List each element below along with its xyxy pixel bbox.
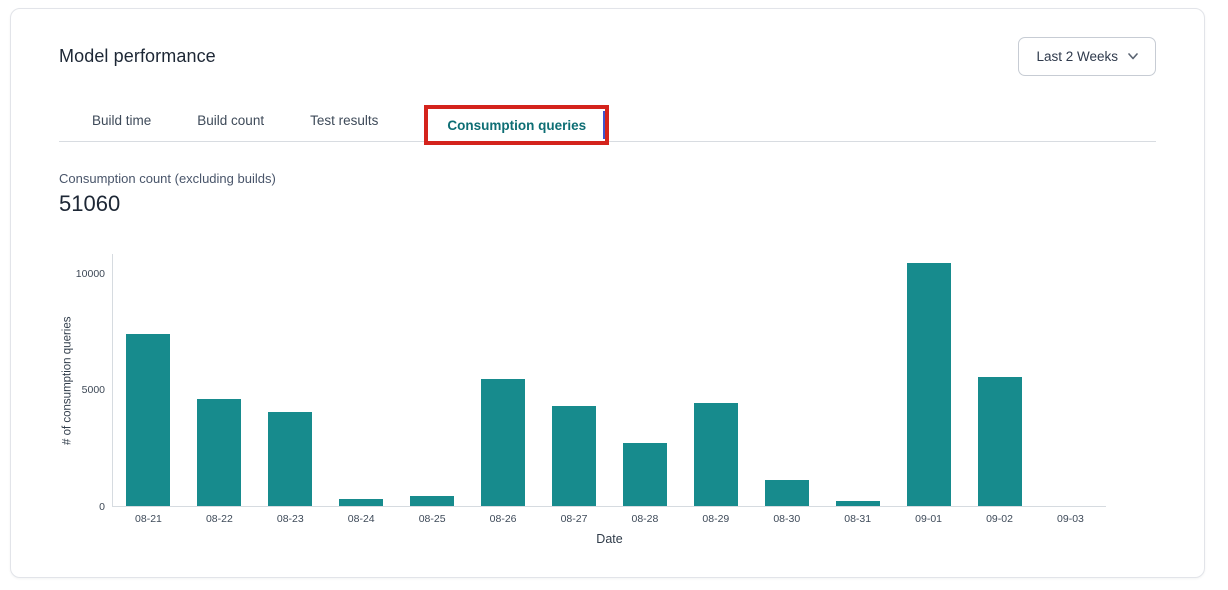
x-tick-label: 08-30 — [751, 513, 822, 525]
bar-09-01[interactable] — [907, 263, 951, 506]
x-tick-label: 08-31 — [822, 513, 893, 525]
x-tick-labels: 08-2108-2208-2308-2408-2508-2608-2708-28… — [113, 507, 1106, 525]
tab-bar: Build time Build count Test results Cons… — [59, 76, 1156, 142]
x-tick-label: 08-21 — [113, 513, 184, 525]
bar-slot — [255, 254, 326, 506]
stat-block: Consumption count (excluding builds) 510… — [59, 171, 1156, 217]
y-tick-label: 0 — [99, 501, 105, 513]
active-tab-focus-line — [603, 111, 605, 139]
chevron-down-icon — [1128, 53, 1138, 60]
date-range-value: Last 2 Weeks — [1036, 49, 1118, 64]
x-tick-label: 09-02 — [964, 513, 1035, 525]
x-tick-label: 08-25 — [397, 513, 468, 525]
bar-08-25[interactable] — [410, 496, 454, 506]
consumption-chart: # of consumption queries 0 5000 10000 08-2… — [59, 254, 1156, 546]
bar-slot — [964, 254, 1035, 506]
plot-area[interactable] — [112, 254, 1106, 507]
x-tick-label: 08-29 — [680, 513, 751, 525]
bar-slot — [609, 254, 680, 506]
tab-build-count[interactable]: Build count — [197, 113, 264, 141]
tab-build-time[interactable]: Build time — [92, 113, 151, 141]
tab-consumption-queries[interactable]: Consumption queries — [447, 118, 586, 133]
x-tick-label: 08-28 — [609, 513, 680, 525]
bar-slot — [326, 254, 397, 506]
x-tick-label: 08-27 — [539, 513, 610, 525]
bar-slot — [468, 254, 539, 506]
bar-09-02[interactable] — [978, 377, 1022, 506]
bar-08-27[interactable] — [552, 406, 596, 506]
date-range-dropdown[interactable]: Last 2 Weeks — [1018, 37, 1156, 76]
x-tick-label: 08-22 — [184, 513, 255, 525]
bar-08-31[interactable] — [836, 501, 880, 506]
tab-test-results[interactable]: Test results — [310, 113, 378, 141]
y-axis-title: # of consumption queries — [59, 254, 76, 507]
y-axis: 0500010000 — [76, 254, 112, 507]
x-tick-label: 08-26 — [468, 513, 539, 525]
bar-08-30[interactable] — [765, 480, 809, 506]
x-tick-label: 09-01 — [893, 513, 964, 525]
bar-08-22[interactable] — [197, 399, 241, 506]
stat-value: 51060 — [59, 191, 1156, 217]
bar-slot — [397, 254, 468, 506]
page-title: Model performance — [59, 46, 216, 67]
bar-slot — [751, 254, 822, 506]
bar-slot — [1035, 254, 1106, 506]
annotation-highlight-box: Consumption queries — [424, 105, 609, 145]
bar-slot — [680, 254, 751, 506]
bar-slot — [184, 254, 255, 506]
y-tick-label: 5000 — [82, 384, 105, 396]
bar-slot — [113, 254, 184, 506]
bar-08-26[interactable] — [481, 379, 525, 506]
bar-08-28[interactable] — [623, 443, 667, 506]
model-performance-card: Model performance Last 2 Weeks Build tim… — [10, 8, 1205, 578]
x-axis-title: Date — [113, 532, 1106, 546]
card-header: Model performance Last 2 Weeks — [59, 37, 1156, 76]
x-tick-label: 09-03 — [1035, 513, 1106, 525]
stat-label: Consumption count (excluding builds) — [59, 171, 1156, 186]
axis-spacer — [59, 525, 113, 546]
x-tick-label: 08-24 — [326, 513, 397, 525]
bar-08-29[interactable] — [694, 403, 738, 506]
y-tick-label: 10000 — [76, 268, 105, 280]
bar-slot — [822, 254, 893, 506]
bar-08-24[interactable] — [339, 499, 383, 506]
bar-08-21[interactable] — [126, 334, 170, 506]
bar-slot — [539, 254, 610, 506]
bar-08-23[interactable] — [268, 412, 312, 506]
bar-slot — [893, 254, 964, 506]
x-tick-label: 08-23 — [255, 513, 326, 525]
